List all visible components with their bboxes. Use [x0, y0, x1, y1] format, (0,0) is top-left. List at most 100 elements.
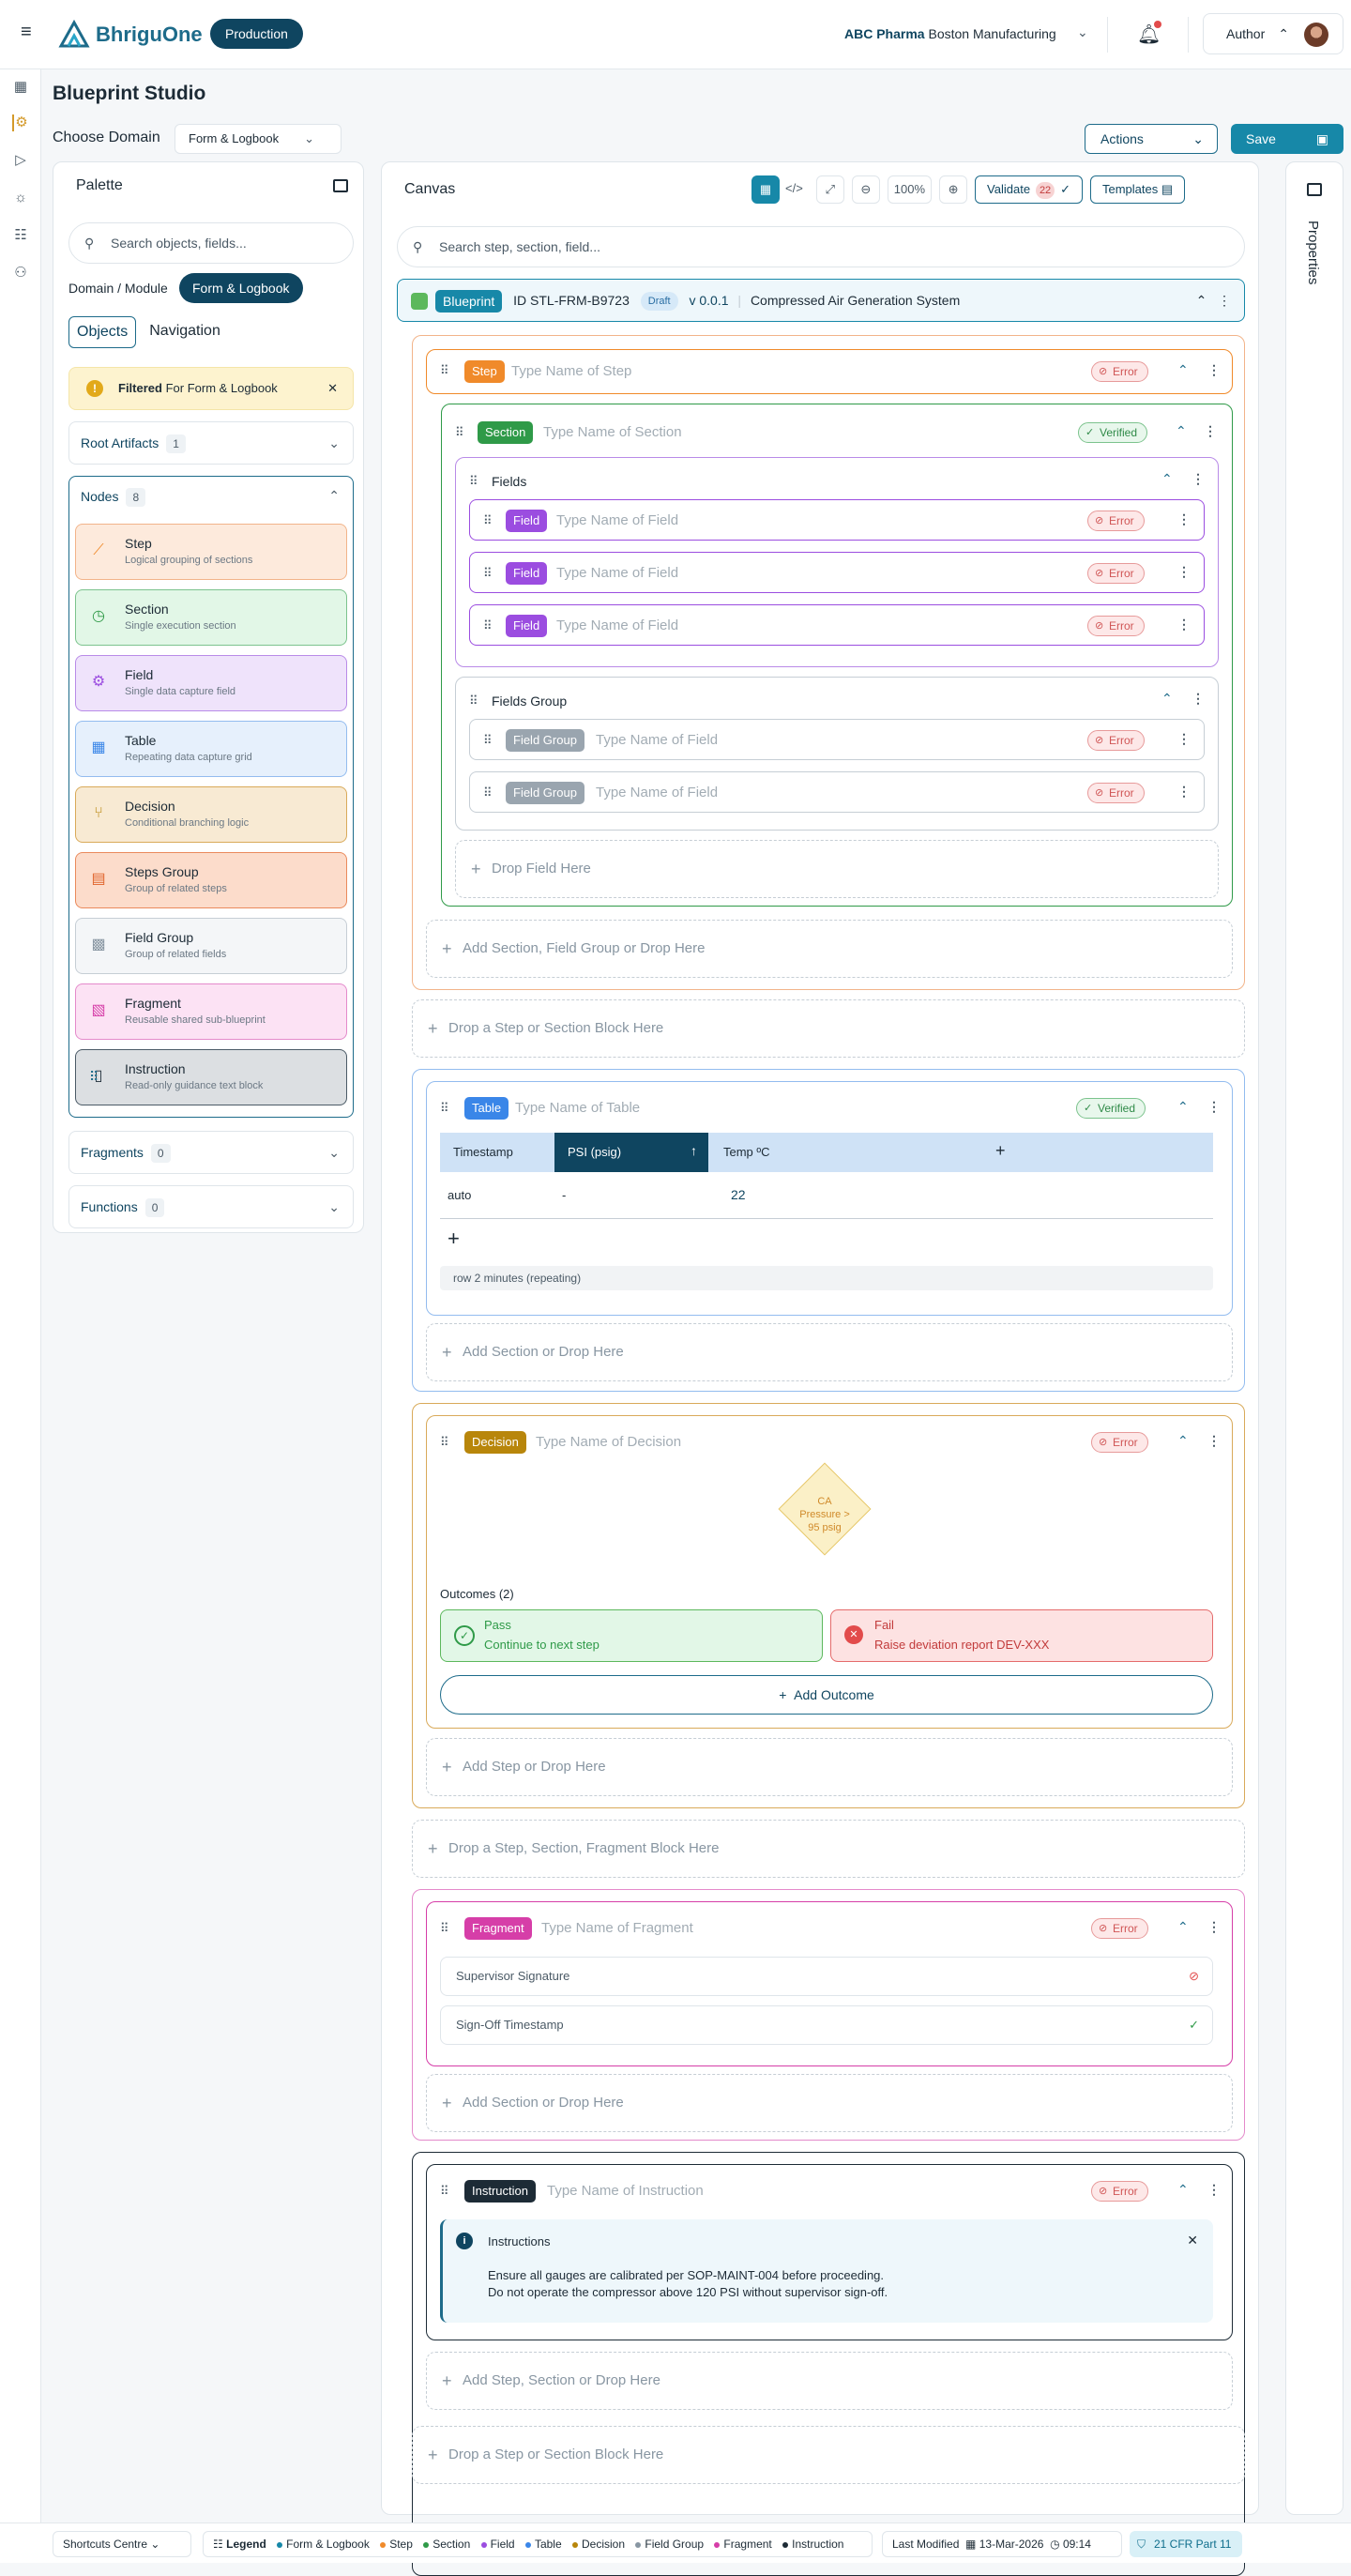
- more-icon[interactable]: ⋮: [1207, 1433, 1221, 1449]
- studio-icon[interactable]: ⚙: [12, 114, 29, 131]
- more-icon[interactable]: ⋮: [1177, 617, 1191, 633]
- decision-name-input[interactable]: Type Name of Decision: [536, 1434, 681, 1450]
- canvas-search-input[interactable]: ⚲ Search step, section, field...: [397, 226, 1245, 267]
- step-name-input[interactable]: Type Name of Step: [511, 363, 631, 379]
- drag-handle-icon[interactable]: ⠿: [440, 1435, 448, 1450]
- step-header[interactable]: ⠿ Step Type Name of Step Error ⌃ ⋮: [426, 349, 1233, 394]
- node-table[interactable]: ▦ Table Repeating data capture grid: [75, 721, 347, 777]
- drop-field-zone[interactable]: Drop Field Here: [455, 840, 1219, 898]
- drag-handle-icon[interactable]: ⠿: [483, 513, 492, 528]
- drop-fragment-zone[interactable]: Drop a Step, Section, Fragment Block Her…: [412, 1820, 1245, 1878]
- chevron-up-icon[interactable]: ⌃: [1177, 1919, 1189, 1935]
- more-icon[interactable]: ⋮: [1207, 2182, 1221, 2198]
- more-icon[interactable]: ⋮: [1177, 731, 1191, 747]
- drag-handle-icon[interactable]: ⠿: [483, 566, 492, 581]
- field-name-input[interactable]: Type Name of Field: [596, 785, 718, 800]
- org-selector[interactable]: ABC Pharma Boston Manufacturing: [844, 26, 1056, 41]
- node-instruction[interactable]: ▯ Instruction Read-only guidance text bloc…: [75, 1049, 347, 1105]
- compliance-badge[interactable]: ⛉ 21 CFR Part 11: [1130, 2531, 1243, 2557]
- node-field[interactable]: ⚙ Field Single data capture field: [75, 655, 347, 711]
- field-row[interactable]: ⠿ Field Type Name of Field Error ⋮: [469, 604, 1205, 646]
- node-steps-group[interactable]: ▤ Steps Group Group of related steps: [75, 852, 347, 908]
- close-icon[interactable]: ✕: [327, 368, 338, 409]
- drop-step-zone[interactable]: Drop a Step or Section Block Here: [412, 999, 1245, 1058]
- more-icon[interactable]: ⋮: [1192, 471, 1205, 487]
- actions-dropdown[interactable]: Actions ⌄: [1085, 124, 1218, 154]
- more-icon[interactable]: ⋮: [1177, 511, 1191, 527]
- dashboard-icon[interactable]: ▦: [12, 79, 29, 96]
- more-icon[interactable]: ⋮: [1207, 1099, 1221, 1115]
- field-row[interactable]: ⠿ Field Type Name of Field Error ⋮: [469, 552, 1205, 593]
- zoom-level[interactable]: 100%: [887, 175, 933, 204]
- drag-handle-icon[interactable]: ⠿: [455, 425, 463, 440]
- chevron-up-icon[interactable]: ⌃: [1176, 423, 1187, 439]
- zoom-in-icon[interactable]: ⊕: [939, 175, 968, 204]
- code-view-icon[interactable]: </>: [780, 175, 809, 204]
- instruction-name-input[interactable]: Type Name of Instruction: [547, 2183, 704, 2199]
- field-row[interactable]: ⠿ Field Type Name of Field Error ⋮: [469, 499, 1205, 541]
- more-icon[interactable]: ⋮: [1207, 1919, 1221, 1935]
- drag-handle-icon[interactable]: ⠿: [89, 1069, 331, 1085]
- root-artifacts-accordion[interactable]: Root Artifacts 1 ⌄: [68, 421, 354, 465]
- add-section-zone[interactable]: Add Section, Field Group or Drop Here: [426, 920, 1233, 978]
- collapse-panel-icon[interactable]: [333, 179, 348, 192]
- more-icon[interactable]: ⋮: [1207, 362, 1221, 378]
- field-group-row[interactable]: ⠿ Field Group Type Name of Field Error ⋮: [469, 771, 1205, 813]
- node-decision[interactable]: ⑂ Decision Conditional branching logic: [75, 786, 347, 843]
- add-row-icon[interactable]: +: [448, 1227, 460, 1251]
- drag-handle-icon[interactable]: ⠿: [483, 618, 492, 633]
- add-section-zone[interactable]: Add Section or Drop Here: [426, 2074, 1233, 2132]
- chevron-up-icon[interactable]: ⌃: [1177, 362, 1189, 378]
- drag-handle-icon[interactable]: ⠿: [440, 363, 448, 378]
- add-step-section-zone[interactable]: Add Step, Section or Drop Here: [426, 2352, 1233, 2410]
- field-name-input[interactable]: Type Name of Field: [556, 565, 678, 581]
- tab-objects[interactable]: Objects: [68, 316, 137, 348]
- shortcuts-select[interactable]: Shortcuts Centre ⌄: [53, 2531, 191, 2557]
- fragment-row[interactable]: Sign-Off Timestamp ✓: [440, 2005, 1213, 2045]
- zoom-out-icon[interactable]: ⊖: [851, 175, 880, 204]
- chevron-up-icon[interactable]: ⌃: [1177, 2182, 1189, 2198]
- drag-handle-icon[interactable]: ⠿: [469, 474, 478, 489]
- drag-handle-icon[interactable]: ⠿: [440, 1921, 448, 1936]
- nodes-header[interactable]: Nodes 8: [81, 488, 146, 507]
- add-step-zone[interactable]: Add Step or Drop Here: [426, 1738, 1233, 1796]
- chevron-up-icon[interactable]: ⌃: [1177, 1099, 1189, 1115]
- chevron-up-icon[interactable]: ⌃: [1161, 471, 1173, 487]
- chevron-down-icon[interactable]: ⌄: [1077, 24, 1088, 40]
- node-step[interactable]: ⟋ Step Logical grouping of sections: [75, 524, 347, 580]
- drag-handle-icon[interactable]: ⠿: [440, 1101, 448, 1116]
- outcome-fail[interactable]: ✕ Fail Raise deviation report DEV-XXX: [830, 1609, 1213, 1662]
- domain-select[interactable]: Form & Logbook ⌄: [175, 124, 342, 154]
- close-icon[interactable]: ✕: [1187, 2233, 1198, 2248]
- fragment-row[interactable]: Supervisor Signature ⊘: [440, 1957, 1213, 1996]
- drag-handle-icon[interactable]: ⠿: [483, 785, 492, 800]
- drag-handle-icon[interactable]: ⠿: [469, 694, 478, 709]
- blueprint-controls[interactable]: ⌃ ⋮: [1196, 280, 1231, 321]
- add-outcome-button[interactable]: + Add Outcome: [440, 1675, 1213, 1715]
- field-name-input[interactable]: Type Name of Field: [556, 512, 678, 528]
- column-header-selected[interactable]: PSI (psig) ↑: [554, 1133, 708, 1172]
- more-icon[interactable]: ⋮: [1204, 423, 1217, 439]
- table-cell[interactable]: auto: [448, 1188, 471, 1202]
- column-header[interactable]: Temp ºC: [723, 1145, 770, 1159]
- outcome-pass[interactable]: ✓ Pass Continue to next step: [440, 1609, 823, 1662]
- field-group-row[interactable]: ⠿ Field Group Type Name of Field Error ⋮: [469, 719, 1205, 760]
- users-icon[interactable]: ⚇: [12, 265, 29, 282]
- table-cell[interactable]: 22: [731, 1187, 746, 1202]
- arrow-up-icon[interactable]: ↑: [691, 1143, 697, 1158]
- blueprint-bar[interactable]: Blueprint ID STL-FRM-B9723 Draft v 0.0.1…: [397, 279, 1245, 322]
- more-icon[interactable]: ⋮: [1192, 691, 1205, 707]
- templates-button[interactable]: Templates ▤: [1089, 175, 1186, 204]
- list-icon[interactable]: ☷: [12, 227, 29, 244]
- table-name-input[interactable]: Type Name of Table: [515, 1100, 640, 1116]
- more-icon[interactable]: ⋮: [1177, 564, 1191, 580]
- add-section-zone[interactable]: Add Section or Drop Here: [426, 1323, 1233, 1381]
- play-icon[interactable]: ▷: [12, 152, 29, 169]
- functions-accordion[interactable]: Functions 0 ⌄: [68, 1185, 354, 1228]
- properties-label[interactable]: Properties: [1305, 221, 1321, 284]
- chevron-up-icon[interactable]: ⌃: [328, 488, 340, 504]
- environment-badge[interactable]: Production: [210, 19, 303, 49]
- fit-icon[interactable]: ⤢: [815, 175, 844, 204]
- add-column-icon[interactable]: +: [995, 1141, 1006, 1161]
- palette-search-input[interactable]: ⚲ Search objects, fields...: [68, 222, 354, 264]
